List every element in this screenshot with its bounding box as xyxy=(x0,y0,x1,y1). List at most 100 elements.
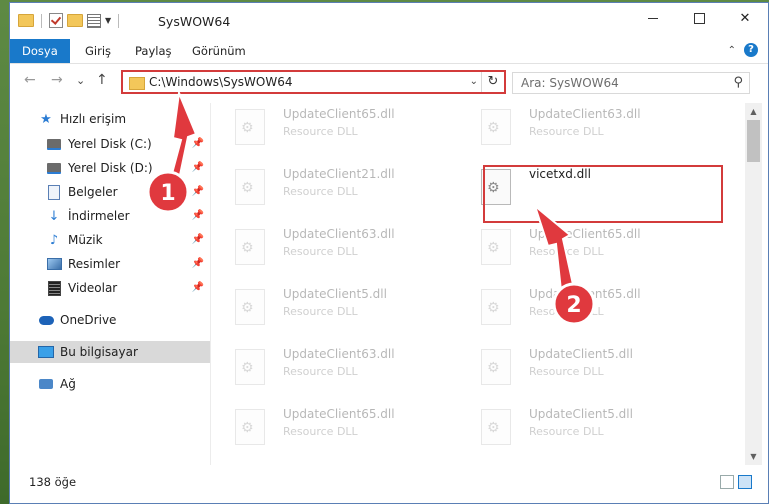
file-item[interactable]: UpdateClient65.dll Resource DLL xyxy=(211,403,451,451)
document-icon xyxy=(48,184,60,200)
pin-icon[interactable]: 📌 xyxy=(192,282,204,293)
close-button[interactable]: ✕ xyxy=(722,3,768,33)
navigation-pane: ★ Hızlı erişim Yerel Disk (C:) 📌 Yerel D… xyxy=(10,103,210,463)
dll-file-icon xyxy=(481,229,511,265)
cloud-icon-wrap xyxy=(38,312,54,328)
dll-file-icon xyxy=(481,109,511,145)
sidebar-item-music[interactable]: ♪ Müzik 📌 xyxy=(10,229,210,251)
file-type: Resource DLL xyxy=(529,125,604,138)
maximize-button[interactable] xyxy=(676,3,722,33)
file-item[interactable]: UpdateClient21.dll Resource DLL xyxy=(211,163,451,211)
cloud-icon xyxy=(38,315,54,325)
sidebar-item-local-disk-d[interactable]: Yerel Disk (D:) 📌 xyxy=(10,157,210,179)
file-item[interactable]: UpdateClient65.dll Resource DLL xyxy=(457,283,697,331)
refresh-button[interactable]: ↻ xyxy=(481,72,504,92)
dll-file-icon xyxy=(481,349,511,385)
file-item[interactable]: UpdateClient63.dll Resource DLL xyxy=(211,223,451,271)
sidebar-item-network[interactable]: Ağ xyxy=(10,373,210,395)
search-input[interactable] xyxy=(519,75,723,91)
search-box[interactable]: ⚲ xyxy=(512,72,750,94)
sidebar-item-onedrive[interactable]: OneDrive xyxy=(10,309,210,331)
new-folder-icon[interactable] xyxy=(67,14,83,27)
sidebar-item-quick-access[interactable]: ★ Hızlı erişim xyxy=(10,108,210,130)
file-type: Resource DLL xyxy=(283,125,358,138)
sidebar-item-this-pc[interactable]: Bu bilgisayar xyxy=(10,341,210,363)
videos-icon-wrap xyxy=(46,280,62,296)
ribbon-tabs: Dosya Giriş Paylaş Görünüm ⌃ ? xyxy=(10,39,768,64)
recent-locations-button[interactable]: ⌄ xyxy=(76,74,85,87)
properties-icon[interactable] xyxy=(87,13,101,28)
scroll-up-icon[interactable]: ▲ xyxy=(745,103,762,120)
maximize-icon xyxy=(693,12,705,24)
file-item[interactable]: UpdateClient63.dll Resource DLL xyxy=(457,103,697,151)
search-icon[interactable]: ⚲ xyxy=(733,75,743,90)
sidebar-item-label: Hızlı erişim xyxy=(60,112,127,126)
view-switcher xyxy=(720,475,752,489)
pin-icon[interactable]: 📌 xyxy=(192,210,204,221)
pin-icon[interactable]: 📌 xyxy=(192,186,204,197)
file-item[interactable]: UpdateClient65.dll Resource DLL xyxy=(211,103,451,151)
file-name: UpdateClient21.dll xyxy=(283,167,395,181)
help-icon[interactable]: ? xyxy=(744,43,758,57)
sidebar-item-label: Bu bilgisayar xyxy=(60,345,138,359)
file-name: UpdateClient65.dll xyxy=(283,407,395,421)
dll-file-icon xyxy=(481,289,511,325)
pin-icon[interactable]: 📌 xyxy=(192,258,204,269)
address-bar[interactable]: C:\Windows\SysWOW64 ⌄ ↻ xyxy=(121,70,506,94)
file-item[interactable]: UpdateClient5.dll Resource DLL xyxy=(457,343,697,391)
file-item[interactable]: UpdateClient5.dll Resource DLL xyxy=(211,283,451,331)
file-name: UpdateClient65.dll xyxy=(529,287,641,301)
file-type: Resource DLL xyxy=(283,245,358,258)
file-item[interactable]: UpdateClient5.dll Resource DLL xyxy=(457,403,697,451)
file-name: UpdateClient65.dll xyxy=(283,107,395,121)
up-button[interactable]: ↑ xyxy=(96,72,108,88)
pin-icon[interactable]: 📌 xyxy=(192,234,204,245)
address-path[interactable]: C:\Windows\SysWOW64 xyxy=(149,75,293,89)
file-highlight-box xyxy=(483,165,723,223)
tiles-view-button[interactable] xyxy=(738,475,752,489)
disk-icon xyxy=(47,138,61,150)
tab-share[interactable]: Paylaş xyxy=(123,39,184,63)
file-item[interactable]: UpdateClient63.dll Resource DLL xyxy=(211,343,451,391)
sidebar-item-documents[interactable]: Belgeler 📌 xyxy=(10,181,210,203)
disk-icon-wrap xyxy=(46,160,62,176)
navigation-bar: ← → ⌄ ↑ C:\Windows\SysWOW64 ⌄ ↻ ⚲ xyxy=(10,64,768,98)
sidebar-item-downloads[interactable]: ↓ İndirmeler 📌 xyxy=(10,205,210,227)
properties-check-icon[interactable] xyxy=(49,13,63,28)
file-list: UpdateClient65.dll Resource DLL UpdateCl… xyxy=(211,103,745,465)
tab-view[interactable]: Görünüm xyxy=(180,39,258,63)
dll-file-icon xyxy=(235,169,265,205)
sidebar-item-pictures[interactable]: Resimler 📌 xyxy=(10,253,210,275)
computer-icon xyxy=(38,346,54,358)
sidebar-item-local-disk-c[interactable]: Yerel Disk (C:) 📌 xyxy=(10,133,210,155)
window-title: SysWOW64 xyxy=(158,14,231,29)
file-type: Resource DLL xyxy=(529,245,604,258)
item-count: 138 öğe xyxy=(29,475,77,489)
pin-icon[interactable]: 📌 xyxy=(192,138,204,149)
customize-toolbar-dropdown[interactable]: ▼ xyxy=(105,16,111,25)
tab-home[interactable]: Giriş xyxy=(73,39,123,63)
forward-button[interactable]: → xyxy=(51,72,63,88)
folder-icon xyxy=(129,77,145,90)
sidebar-item-label: Müzik xyxy=(68,233,103,247)
collapse-ribbon-icon[interactable]: ⌃ xyxy=(728,45,736,56)
pictures-icon xyxy=(46,258,62,270)
tab-file[interactable]: Dosya xyxy=(10,39,70,63)
back-button[interactable]: ← xyxy=(24,72,36,88)
status-bar: 138 öğe xyxy=(10,465,768,503)
file-item[interactable]: UpdateClient65.dll Resource DLL xyxy=(457,223,697,271)
minimize-button[interactable] xyxy=(630,3,676,33)
address-dropdown-icon[interactable]: ⌄ xyxy=(470,76,478,87)
vertical-scrollbar[interactable]: ▲ ▼ xyxy=(745,103,762,465)
sidebar-item-videos[interactable]: Videolar 📌 xyxy=(10,277,210,299)
file-name: UpdateClient63.dll xyxy=(283,227,395,241)
scroll-thumb[interactable] xyxy=(747,120,760,162)
disk-icon xyxy=(47,162,61,174)
details-view-button[interactable] xyxy=(720,475,734,489)
dll-file-icon xyxy=(235,289,265,325)
network-icon-wrap xyxy=(38,376,54,392)
scroll-down-icon[interactable]: ▼ xyxy=(745,448,762,465)
file-type: Resource DLL xyxy=(283,305,358,318)
pin-icon[interactable]: 📌 xyxy=(192,162,204,173)
dll-file-icon xyxy=(235,349,265,385)
